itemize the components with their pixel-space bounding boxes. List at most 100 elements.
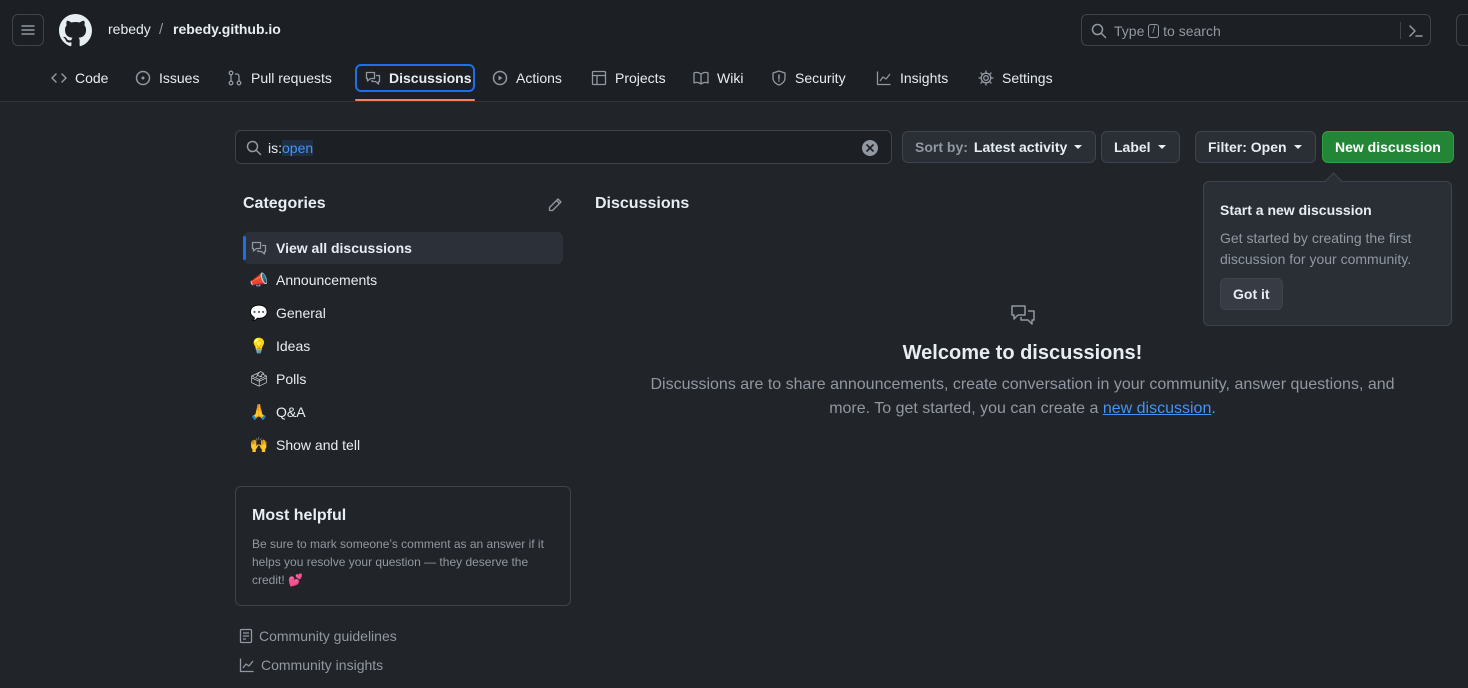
welcome-text: Discussions are to share announcements, … [640,373,1405,421]
github-logo-icon[interactable] [59,14,92,47]
search-divider [1400,22,1401,39]
tab-actions[interactable]: Actions [484,64,570,92]
megaphone-icon: 📣 [249,272,269,289]
tab-label: Security [795,70,846,86]
got-it-button[interactable]: Got it [1220,278,1283,310]
filter-dropdown[interactable]: Filter: Open [1195,131,1316,163]
tab-wiki[interactable]: Wiki [685,64,751,92]
filter-query: is:open [268,140,314,156]
speech-bubble-icon: 💬 [249,305,269,322]
clear-filter-button[interactable] [862,140,878,156]
search-icon [246,140,262,156]
category-general[interactable]: 💬 General [243,297,563,329]
new-discussion-button[interactable]: New discussion [1322,131,1454,163]
category-ideas[interactable]: 💡 Ideas [243,330,563,362]
breadcrumb-owner[interactable]: rebedy [108,21,151,37]
sort-value: Latest activity [973,139,1068,155]
search-placeholder-post: to search [1163,23,1221,39]
welcome-title: Welcome to discussions! [902,342,1143,364]
category-label: Polls [276,371,307,387]
raised-hands-icon: 🙌 [249,437,269,454]
category-show-and-tell[interactable]: 🙌 Show and tell [243,429,563,461]
folded-hands-icon: 🙏 [249,404,269,421]
categories-title: Categories [243,195,326,212]
category-label: View all discussions [276,240,412,256]
shield-icon [772,70,786,86]
category-announcements[interactable]: 📣 Announcements [243,264,563,296]
category-label: General [276,305,326,321]
category-label: Ideas [276,338,311,354]
tab-label: Projects [615,70,666,86]
category-polls[interactable]: 🗳 Polls [243,363,563,395]
tab-pull-requests[interactable]: Pull requests [219,64,340,92]
filter-button-label: Filter: Open [1208,139,1287,155]
hearts-icon: 💕 [288,573,303,587]
graph-icon [239,658,254,673]
tab-discussions[interactable]: Discussions [355,64,475,92]
category-qa[interactable]: 🙏 Q&A [243,396,563,428]
tab-label: Actions [516,70,562,86]
new-discussion-label: New discussion [1335,139,1441,155]
active-tab-underline [355,99,475,101]
guidelines-icon [239,628,253,644]
app-header: rebedy / rebedy.github.io Type / to sear… [0,0,1468,102]
tab-insights[interactable]: Insights [868,64,956,92]
ballot-box-icon: 🗳 [249,371,269,388]
tab-label: Wiki [717,70,744,86]
tab-label: Pull requests [251,70,332,86]
search-icon [1091,23,1107,39]
issue-icon [135,70,151,86]
tab-label: Discussions [389,70,472,86]
tab-label: Issues [159,70,200,86]
search-placeholder: Type / to search [1114,23,1221,39]
sort-prefix: Sort by: [915,139,968,155]
light-bulb-icon: 💡 [249,338,269,355]
close-icon [866,144,874,152]
tab-settings[interactable]: Settings [970,64,1061,92]
discussion-icon [365,71,381,85]
discussion-filter-input[interactable]: is:open [235,130,892,164]
triangle-down-icon [1293,145,1302,149]
tab-projects[interactable]: Projects [583,64,674,92]
category-view-all[interactable]: View all discussions [243,232,563,264]
discussion-icon [1011,305,1035,325]
table-icon [591,70,607,86]
most-helpful-title: Most helpful [252,507,347,524]
sort-dropdown[interactable]: Sort by: Latest activity [902,131,1097,163]
command-palette-icon[interactable] [1408,23,1424,39]
header-overflow-button[interactable] [1456,14,1468,46]
tab-security[interactable]: Security [763,64,854,92]
menu-button[interactable] [12,14,44,46]
filter-value: open [282,140,314,156]
code-icon [51,73,67,83]
label-dropdown[interactable]: Label [1101,131,1180,163]
tab-label: Code [75,70,109,86]
gear-icon [978,70,994,86]
category-label: Show and tell [276,437,361,453]
tab-label: Settings [1002,70,1053,86]
book-icon [693,71,709,85]
search-placeholder-pre: Type [1114,23,1145,39]
most-helpful-card: Most helpful Be sure to mark someone’s c… [235,486,571,606]
welcome-text-body: Discussions are to share announcements, … [650,376,1395,417]
breadcrumb-repo[interactable]: rebedy.github.io [173,21,281,37]
tab-code[interactable]: Code [43,64,116,92]
triangle-down-icon [1157,145,1166,149]
pull-request-icon [228,70,242,86]
triangle-down-icon [1074,145,1083,149]
tab-label: Insights [900,70,949,86]
welcome-text-end: . [1211,400,1216,417]
category-label: Q&A [276,404,306,420]
pencil-icon[interactable] [547,197,563,213]
global-search-input[interactable]: Type / to search [1081,14,1431,46]
discussion-icon [250,239,268,257]
tab-issues[interactable]: Issues [127,64,207,92]
search-shortcut-key: / [1148,24,1160,38]
community-insights-label: Community insights [261,657,384,673]
new-discussion-popover: Start a new discussion Get started by cr… [1203,181,1452,326]
new-discussion-link[interactable]: new discussion [1103,400,1212,417]
community-insights-link[interactable]: Community insights [239,657,383,673]
community-guidelines-link[interactable]: Community guidelines [239,628,397,644]
label-button-label: Label [1114,139,1151,155]
category-label: Announcements [276,272,378,288]
